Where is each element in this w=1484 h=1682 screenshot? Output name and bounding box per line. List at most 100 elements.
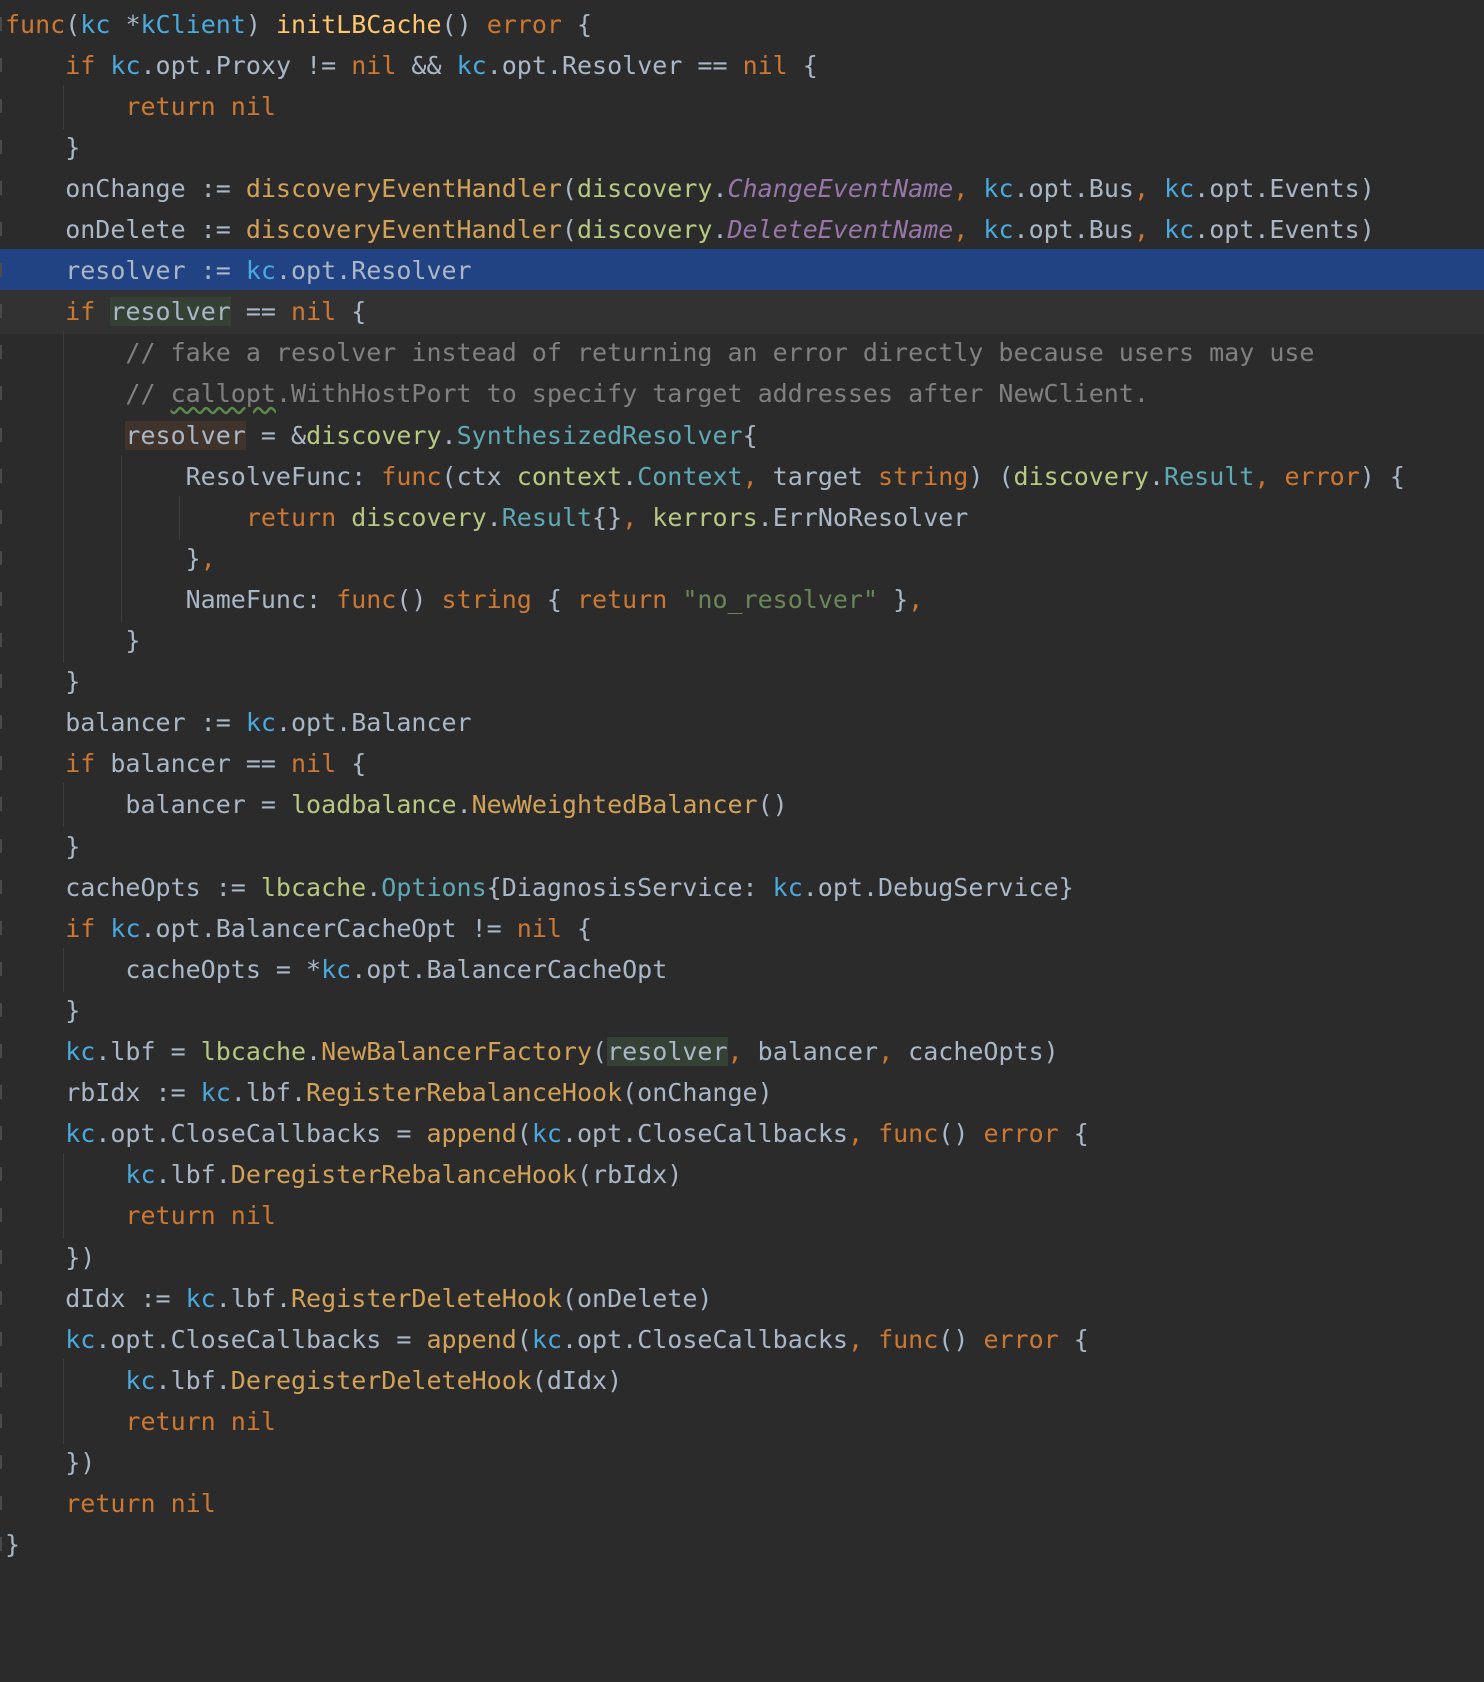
fold-marker-icon[interactable] <box>0 345 2 360</box>
code-text[interactable]: } <box>5 619 140 663</box>
code-line[interactable]: onChange := discoveryEventHandler(discov… <box>0 167 1484 211</box>
code-text[interactable]: dIdx := kc.lbf.RegisterDeleteHook(onDele… <box>5 1277 712 1321</box>
fold-marker-icon[interactable] <box>0 1208 2 1223</box>
code-line[interactable]: return nil <box>0 1194 1484 1239</box>
code-line[interactable]: if kc.opt.BalancerCacheOpt != nil { <box>0 907 1484 951</box>
code-line[interactable]: }) <box>0 1441 1484 1485</box>
code-line[interactable]: onDelete := discoveryEventHandler(discov… <box>0 208 1484 252</box>
code-text[interactable]: onDelete := discoveryEventHandler(discov… <box>5 208 1375 252</box>
fold-marker-icon[interactable] <box>0 591 2 606</box>
code-line[interactable]: kc.lbf = lbcache.NewBalancerFactory(reso… <box>0 1030 1484 1074</box>
code-line[interactable]: } <box>0 1523 1484 1567</box>
fold-marker-icon[interactable] <box>0 756 2 771</box>
code-line[interactable]: } <box>0 989 1484 1033</box>
fold-marker-icon[interactable] <box>0 1455 2 1469</box>
code-line[interactable]: kc.lbf.DeregisterDeleteHook(dIdx) <box>0 1358 1484 1403</box>
fold-marker-icon[interactable] <box>0 1413 2 1428</box>
code-line[interactable]: if kc.opt.Proxy != nil && kc.opt.Resolve… <box>0 44 1484 88</box>
code-line[interactable]: balancer := kc.opt.Balancer <box>0 701 1484 745</box>
fold-marker-icon[interactable] <box>0 674 2 689</box>
code-line[interactable]: } <box>0 660 1484 704</box>
fold-marker-icon[interactable] <box>0 838 2 853</box>
code-text[interactable]: } <box>5 825 80 869</box>
fold-marker-icon[interactable] <box>0 304 2 319</box>
code-line[interactable]: ResolveFunc: func(ctx context.Context, t… <box>0 454 1484 499</box>
fold-marker-icon[interactable] <box>0 797 2 812</box>
code-text[interactable]: kc.opt.CloseCallbacks = append(kc.opt.Cl… <box>5 1112 1089 1156</box>
fold-marker-icon[interactable] <box>0 16 2 31</box>
code-line[interactable]: } <box>0 825 1484 869</box>
code-line[interactable]: } <box>0 126 1484 170</box>
code-text[interactable]: } <box>5 660 80 704</box>
code-text[interactable]: cacheOpts = *kc.opt.BalancerCacheOpt <box>5 948 667 992</box>
code-line[interactable]: func(kc *kClient) initLBCache() error { <box>0 3 1484 47</box>
fold-marker-icon[interactable] <box>0 468 2 483</box>
code-text[interactable]: ResolveFunc: func(ctx context.Context, t… <box>5 455 1405 499</box>
fold-marker-icon[interactable] <box>0 139 2 154</box>
fold-marker-icon[interactable] <box>0 1085 2 1100</box>
fold-marker-icon[interactable] <box>0 961 2 976</box>
code-text[interactable]: NameFunc: func() string { return "no_res… <box>5 578 924 622</box>
code-text[interactable]: } <box>5 1523 20 1567</box>
code-line[interactable]: return nil <box>0 1482 1484 1526</box>
code-text[interactable]: return nil <box>5 1482 216 1526</box>
code-text[interactable]: cacheOpts := lbcache.Options{DiagnosisSe… <box>5 866 1073 910</box>
code-line[interactable]: // fake a resolver instead of returning … <box>0 331 1484 376</box>
fold-marker-icon[interactable] <box>0 1290 2 1305</box>
code-line[interactable]: if balancer == nil { <box>0 742 1484 786</box>
fold-marker-icon[interactable] <box>0 1331 2 1346</box>
code-text[interactable]: kc.lbf = lbcache.NewBalancerFactory(reso… <box>5 1030 1059 1074</box>
code-text[interactable]: resolver = &discovery.SynthesizedResolve… <box>5 414 758 458</box>
code-line[interactable]: }) <box>0 1236 1484 1280</box>
fold-marker-icon[interactable] <box>0 98 2 113</box>
code-line[interactable]: return nil <box>0 1399 1484 1444</box>
code-text[interactable]: }, <box>5 537 216 581</box>
code-line[interactable]: cacheOpts = *kc.opt.BalancerCacheOpt <box>0 947 1484 992</box>
code-line[interactable]: NameFunc: func() string { return "no_res… <box>0 577 1484 622</box>
code-text[interactable]: return nil <box>5 85 276 129</box>
code-line[interactable]: kc.lbf.DeregisterRebalanceHook(rbIdx) <box>0 1153 1484 1198</box>
code-text[interactable]: if resolver == nil { <box>5 290 366 334</box>
fold-marker-icon[interactable] <box>0 222 2 236</box>
code-text[interactable]: kc.lbf.DeregisterDeleteHook(dIdx) <box>5 1359 622 1403</box>
fold-marker-icon[interactable] <box>0 1372 2 1387</box>
code-text[interactable]: }) <box>5 1236 95 1280</box>
fold-marker-icon[interactable] <box>0 633 2 647</box>
code-text[interactable]: return discovery.Result{}, kerrors.ErrNo… <box>5 496 969 540</box>
code-line[interactable]: if resolver == nil { <box>0 290 1484 335</box>
code-text[interactable]: balancer = loadbalance.NewWeightedBalanc… <box>5 783 787 827</box>
code-line[interactable]: rbIdx := kc.lbf.RegisterRebalanceHook(on… <box>0 1071 1484 1115</box>
fold-marker-icon[interactable] <box>0 879 2 894</box>
fold-marker-icon[interactable] <box>0 1044 2 1058</box>
code-line[interactable]: }, <box>0 536 1484 581</box>
code-line[interactable]: cacheOpts := lbcache.Options{DiagnosisSe… <box>0 866 1484 910</box>
code-line[interactable]: return discovery.Result{}, kerrors.ErrNo… <box>0 495 1484 540</box>
fold-marker-icon[interactable] <box>0 920 2 935</box>
code-editor[interactable]: func(kc *kClient) initLBCache() error { … <box>0 0 1484 1682</box>
fold-marker-icon[interactable] <box>0 1167 2 1182</box>
code-text[interactable]: // fake a resolver instead of returning … <box>5 331 1314 375</box>
code-text[interactable]: onChange := discoveryEventHandler(discov… <box>5 167 1375 211</box>
code-text[interactable]: balancer := kc.opt.Balancer <box>5 701 471 745</box>
fold-marker-icon[interactable] <box>0 1002 2 1017</box>
code-text[interactable]: // callopt.WithHostPort to specify targe… <box>5 372 1149 416</box>
code-text[interactable]: kc.opt.CloseCallbacks = append(kc.opt.Cl… <box>5 1318 1089 1362</box>
fold-marker-icon[interactable] <box>0 1537 2 1552</box>
code-text[interactable]: rbIdx := kc.lbf.RegisterRebalanceHook(on… <box>5 1071 772 1115</box>
code-line[interactable]: // callopt.WithHostPort to specify targe… <box>0 372 1484 417</box>
fold-marker-icon[interactable] <box>0 427 2 442</box>
fold-marker-icon[interactable] <box>0 1496 2 1511</box>
code-text[interactable]: if kc.opt.Proxy != nil && kc.opt.Resolve… <box>5 44 818 88</box>
code-text[interactable]: kc.lbf.DeregisterRebalanceHook(rbIdx) <box>5 1153 682 1197</box>
code-line[interactable]: resolver = &discovery.SynthesizedResolve… <box>0 413 1484 458</box>
fold-marker-icon[interactable] <box>0 509 2 524</box>
fold-marker-icon[interactable] <box>0 57 2 72</box>
code-line[interactable]: } <box>0 619 1484 663</box>
fold-marker-icon[interactable] <box>0 180 2 195</box>
code-text[interactable]: return nil <box>5 1400 276 1444</box>
code-text[interactable]: return nil <box>5 1194 276 1238</box>
code-line[interactable]: resolver := kc.opt.Resolver <box>0 249 1484 294</box>
code-line[interactable]: kc.opt.CloseCallbacks = append(kc.opt.Cl… <box>0 1112 1484 1156</box>
code-line[interactable]: return nil <box>0 84 1484 129</box>
fold-marker-icon[interactable] <box>0 715 2 730</box>
